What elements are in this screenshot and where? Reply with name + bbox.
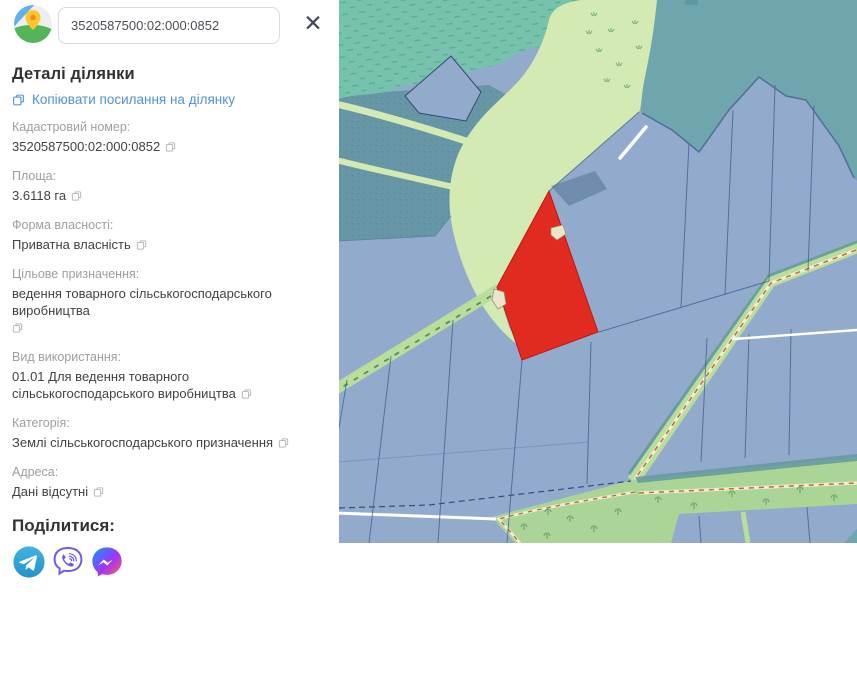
field-label: Цільове призначення: xyxy=(12,267,140,281)
page-title: Деталі ділянки xyxy=(12,65,135,83)
share-messenger-button[interactable] xyxy=(90,545,124,579)
field-use-type: Вид використання: 01.01 Для ведення това… xyxy=(12,349,331,403)
field-label: Адреса: xyxy=(12,465,59,479)
field-label: Площа: xyxy=(12,169,57,183)
field-ownership: Форма власності: Приватна власність xyxy=(12,217,331,254)
copy-value-icon[interactable] xyxy=(165,141,176,156)
field-value: 3.6118 га xyxy=(12,187,331,205)
field-value: ведення товарного сільськогосподарського… xyxy=(12,285,331,337)
copy-icon xyxy=(13,94,24,105)
viber-icon xyxy=(53,547,83,576)
close-button[interactable]: ✕ xyxy=(296,6,330,40)
cadastral-app: ✕ Деталі ділянки Копіювати посилання на … xyxy=(0,0,857,700)
telegram-icon xyxy=(13,546,45,578)
field-value: Землі сільськогосподарського призначення xyxy=(12,434,331,452)
field-category: Категорія: Землі сільськогосподарського … xyxy=(12,415,331,452)
search-input[interactable] xyxy=(58,7,280,44)
field-value: Дані відсутні xyxy=(12,483,331,501)
field-address: Адреса: Дані відсутні xyxy=(12,464,331,501)
field-value: 01.01 Для ведення товарного сільськогосп… xyxy=(12,368,331,403)
copy-value-icon[interactable] xyxy=(136,239,147,254)
share-viber-button[interactable] xyxy=(51,545,85,579)
copy-parcel-link-label: Копіювати посилання на ділянку xyxy=(32,92,236,107)
copy-value-icon[interactable] xyxy=(93,486,104,501)
cadastral-map[interactable] xyxy=(339,0,857,543)
share-telegram-button[interactable] xyxy=(12,545,46,579)
field-area: Площа: 3.6118 га xyxy=(12,168,331,205)
app-logo-icon[interactable] xyxy=(13,4,53,44)
field-value: Приватна власність xyxy=(12,236,331,254)
search-field-wrap xyxy=(58,7,280,44)
field-cadastral-number: Кадастровий номер: 3520587500:02:000:085… xyxy=(12,119,331,156)
map-logo-icon xyxy=(14,5,52,43)
panel-body: Деталі ділянки Копіювати посилання на ді… xyxy=(0,50,339,579)
share-title: Поділитися: xyxy=(12,516,115,535)
copy-value-icon[interactable] xyxy=(241,388,252,403)
field-label: Кадастровий номер: xyxy=(12,120,131,134)
topbar: ✕ xyxy=(0,0,339,50)
copy-value-icon[interactable] xyxy=(278,437,289,452)
share-row xyxy=(12,545,331,579)
messenger-icon xyxy=(92,547,122,577)
field-purpose: Цільове призначення: ведення товарного с… xyxy=(12,266,331,337)
field-value: 3520587500:02:000:0852 xyxy=(12,138,331,156)
field-label: Вид використання: xyxy=(12,350,122,364)
copy-value-icon[interactable] xyxy=(71,190,82,205)
field-label: Форма власності: xyxy=(12,218,114,232)
field-label: Категорія: xyxy=(12,416,70,430)
copy-value-icon[interactable] xyxy=(12,322,23,337)
copy-parcel-link[interactable]: Копіювати посилання на ділянку xyxy=(12,92,331,107)
parcel-details-panel: ✕ Деталі ділянки Копіювати посилання на … xyxy=(0,0,339,700)
